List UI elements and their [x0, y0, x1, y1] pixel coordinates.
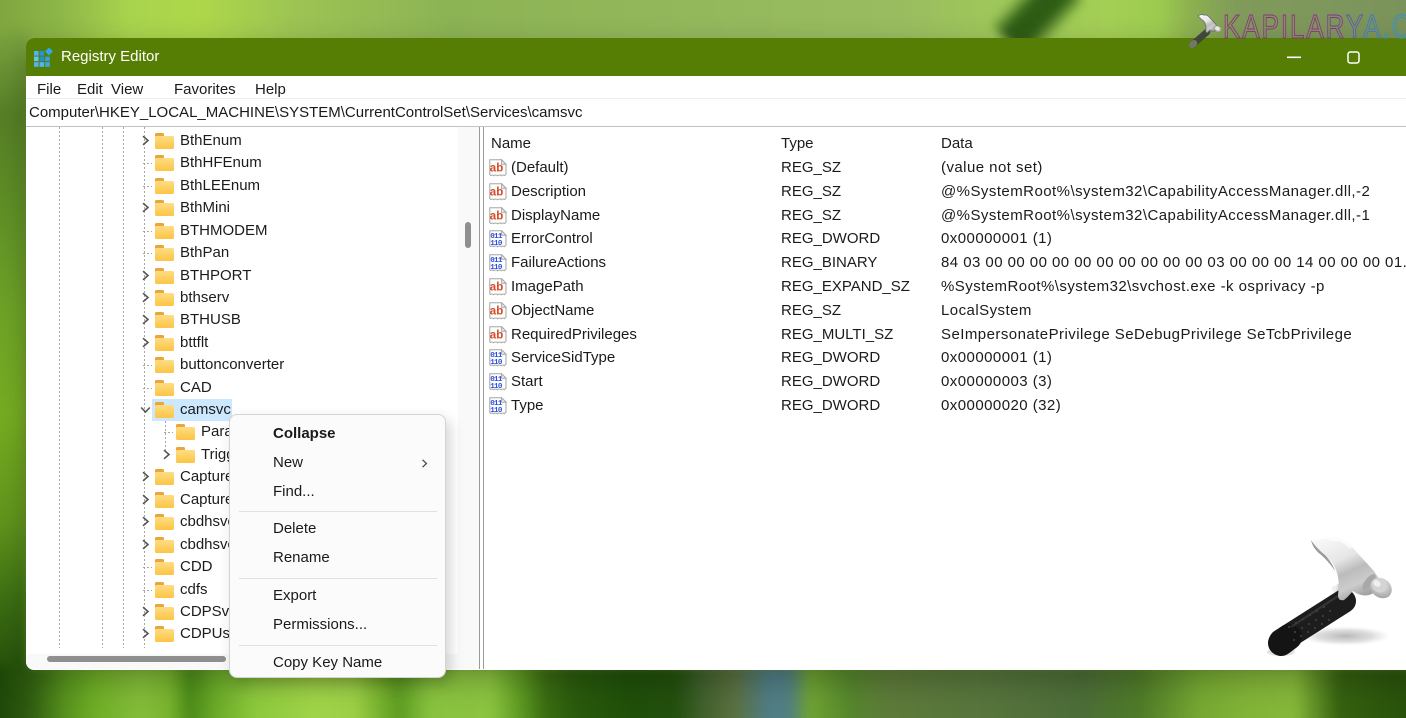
svg-text:110: 110	[490, 240, 503, 248]
svg-text:ab: ab	[490, 187, 503, 199]
svg-text:ab: ab	[490, 282, 503, 294]
svg-text:ab: ab	[490, 211, 503, 223]
svg-text:ab: ab	[490, 306, 503, 318]
svg-text:110: 110	[490, 383, 503, 391]
svg-text:ab: ab	[490, 163, 503, 175]
svg-text:110: 110	[490, 407, 503, 415]
svg-text:110: 110	[490, 264, 503, 272]
svg-text:110: 110	[490, 359, 503, 367]
svg-text:ab: ab	[490, 330, 503, 342]
